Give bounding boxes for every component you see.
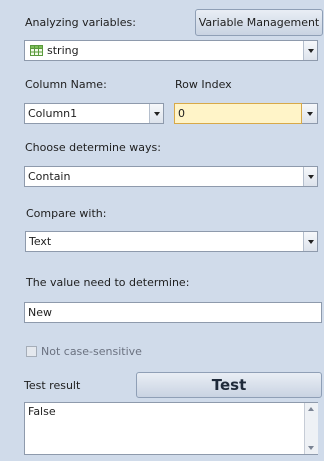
- row-index-value: 0: [178, 107, 185, 120]
- value-to-determine-input[interactable]: New: [24, 302, 322, 323]
- not-case-sensitive-checkbox[interactable]: [26, 346, 37, 357]
- chevron-down-icon: [306, 111, 313, 116]
- variable-management-button[interactable]: Variable Management: [195, 9, 323, 36]
- compare-with-select[interactable]: Text: [25, 231, 318, 252]
- value-to-determine-value: New: [28, 306, 52, 319]
- analyzing-variable-value: string: [47, 44, 79, 57]
- column-name-select[interactable]: Column1: [24, 103, 164, 124]
- column-name-label: Column Name:: [25, 78, 107, 91]
- compare-with-value: Text: [29, 235, 52, 248]
- chevron-down-icon: [307, 239, 314, 244]
- column-name-value: Column1: [28, 107, 78, 120]
- variable-management-label: Variable Management: [198, 16, 320, 29]
- test-result-value: False: [28, 405, 56, 418]
- compare-with-label: Compare with:: [26, 207, 107, 220]
- column-name-dropdown[interactable]: [149, 104, 163, 123]
- table-icon: [30, 45, 43, 56]
- scroll-up-icon[interactable]: [308, 407, 314, 411]
- analyzing-variables-label: Analyzing variables:: [25, 16, 136, 29]
- chevron-down-icon: [153, 111, 160, 116]
- row-index-label: Row Index: [175, 78, 232, 91]
- test-result-scrollbar[interactable]: [304, 403, 318, 454]
- test-result-label: Test result: [24, 379, 81, 392]
- determine-ways-dropdown[interactable]: [303, 167, 317, 186]
- row-index-input[interactable]: 0: [174, 103, 302, 124]
- chevron-down-icon: [307, 48, 314, 53]
- not-case-sensitive-label: Not case-sensitive: [41, 345, 142, 358]
- compare-with-dropdown[interactable]: [303, 232, 317, 251]
- determine-ways-value: Contain: [28, 170, 71, 183]
- chevron-down-icon: [307, 174, 314, 179]
- test-result-textarea[interactable]: False: [24, 402, 318, 455]
- test-button[interactable]: Test: [136, 372, 322, 398]
- value-to-determine-label: The value need to determine:: [26, 276, 190, 289]
- row-index-dropdown[interactable]: [302, 103, 318, 124]
- analyzing-variable-dropdown[interactable]: [303, 41, 317, 60]
- determine-ways-label: Choose determine ways:: [25, 141, 161, 154]
- analyzing-variable-select[interactable]: string: [24, 40, 318, 61]
- determine-panel: Analyzing variables: Variable Management…: [0, 0, 324, 461]
- row-index-dropdown-arrow[interactable]: [302, 104, 317, 123]
- determine-ways-select[interactable]: Contain: [24, 166, 318, 187]
- scroll-down-icon[interactable]: [308, 446, 314, 450]
- test-button-label: Test: [211, 376, 247, 394]
